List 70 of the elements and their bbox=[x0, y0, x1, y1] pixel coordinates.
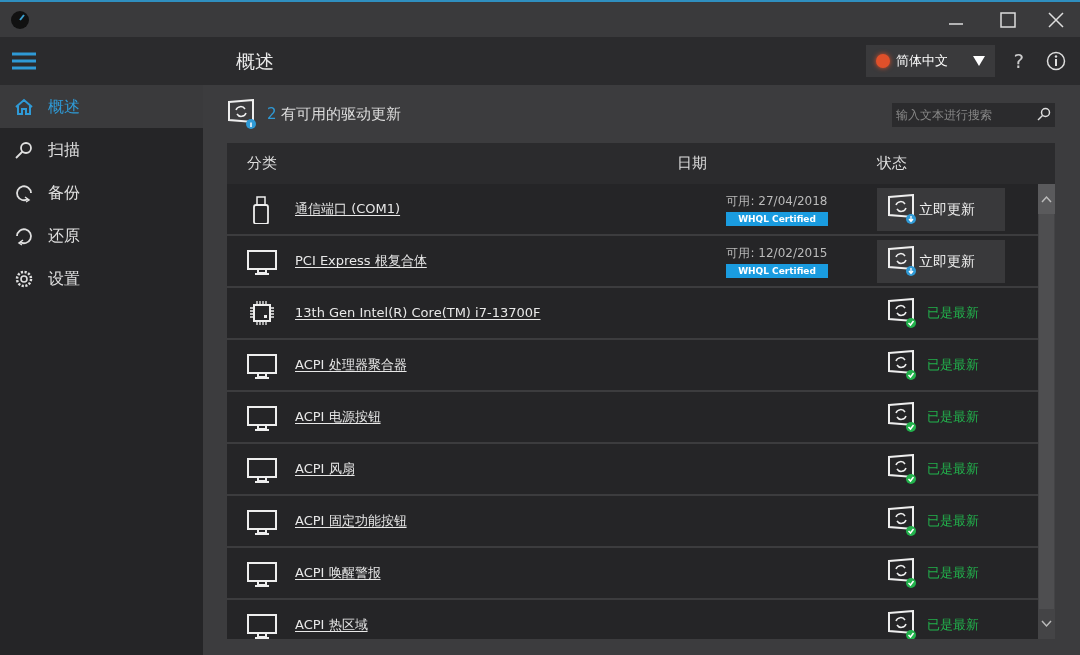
column-header[interactable]: 状态 bbox=[877, 152, 1037, 175]
update-now-button[interactable]: 立即更新 bbox=[877, 239, 1005, 283]
sidebar-item[interactable]: 概述 bbox=[0, 85, 203, 128]
language-dropdown[interactable]: 简体中文 bbox=[866, 45, 996, 77]
table-row[interactable]: ACPI 固定功能按钮 已是最新 bbox=[227, 496, 1038, 548]
whql-badge: WHQL Certified bbox=[726, 264, 828, 278]
table-row[interactable]: 13th Gen Intel(R) Core(TM) i7-13700F 已是最新 bbox=[227, 288, 1038, 340]
available-date: 可用: 12/02/2015 bbox=[726, 245, 828, 262]
device-link[interactable]: 13th Gen Intel(R) Core(TM) i7-13700F bbox=[295, 303, 541, 323]
refresh-check-icon bbox=[887, 454, 917, 484]
table-row[interactable]: ACPI 处理器聚合器 已是最新 bbox=[227, 340, 1038, 392]
refresh-check-icon bbox=[887, 558, 917, 588]
up-to-date-status: 已是最新 bbox=[927, 460, 979, 479]
home-icon bbox=[14, 96, 34, 117]
maximize-icon[interactable] bbox=[1000, 11, 1016, 28]
refresh-check-icon bbox=[887, 610, 917, 639]
device-link[interactable]: ACPI 唤醒警报 bbox=[295, 563, 381, 583]
device-link[interactable]: PCI Express 根复合体 bbox=[295, 251, 427, 271]
sidebar-item[interactable]: 扫描 bbox=[0, 128, 203, 171]
help-button[interactable]: ? bbox=[1013, 46, 1024, 76]
device-link[interactable]: ACPI 电源按钮 bbox=[295, 407, 381, 427]
refresh-info-icon bbox=[227, 99, 257, 129]
up-to-date-status: 已是最新 bbox=[927, 512, 979, 531]
up-to-date-status: 已是最新 bbox=[927, 356, 979, 375]
page-title: 概述 bbox=[236, 48, 274, 74]
scrollbar[interactable] bbox=[1038, 184, 1055, 639]
refresh-check-icon bbox=[887, 402, 917, 432]
table-row[interactable]: 通信端口 (COM1) 可用: 27/04/2018 WHQL Certified 立即更新 bbox=[227, 184, 1038, 236]
table-row[interactable]: ACPI 热区域 已是最新 bbox=[227, 600, 1038, 639]
app-logo-icon bbox=[10, 9, 30, 30]
search-field[interactable]: 输入文本进行搜索 bbox=[892, 102, 1055, 127]
info-icon[interactable] bbox=[1046, 51, 1066, 71]
refresh-download-icon bbox=[887, 246, 917, 276]
whql-badge: WHQL Certified bbox=[726, 212, 828, 226]
refresh-check-icon bbox=[887, 298, 917, 328]
settings-icon bbox=[14, 268, 34, 289]
column-header[interactable]: 日期 bbox=[677, 152, 877, 175]
refresh-download-icon bbox=[887, 194, 917, 224]
restore-icon bbox=[14, 225, 34, 246]
table-row[interactable]: PCI Express 根复合体 可用: 12/02/2015 WHQL Certified 立即更新 bbox=[227, 236, 1038, 288]
update-now-button[interactable]: 立即更新 bbox=[877, 187, 1005, 231]
cpu-chip-icon bbox=[247, 298, 277, 328]
refresh-check-icon bbox=[887, 350, 917, 380]
table-row[interactable]: ACPI 电源按钮 已是最新 bbox=[227, 392, 1038, 444]
device-link[interactable]: ACPI 热区域 bbox=[295, 615, 368, 635]
close-icon[interactable] bbox=[1048, 11, 1064, 28]
column-header[interactable]: 分类 bbox=[227, 152, 677, 175]
search-icon[interactable] bbox=[1037, 106, 1051, 121]
device-link[interactable]: ACPI 固定功能按钮 bbox=[295, 511, 407, 531]
table-row[interactable]: ACPI 唤醒警报 已是最新 bbox=[227, 548, 1038, 600]
caret-icon bbox=[973, 56, 986, 66]
device-link[interactable]: 通信端口 (COM1) bbox=[295, 199, 401, 219]
sidebar-item[interactable]: 备份 bbox=[0, 171, 203, 214]
up-to-date-status: 已是最新 bbox=[927, 408, 979, 427]
search-icon bbox=[14, 139, 34, 160]
flag-icon bbox=[876, 54, 891, 68]
update-summary: 2 有可用的驱动更新 bbox=[267, 103, 402, 125]
scroll-up-icon[interactable] bbox=[1038, 184, 1055, 214]
backup-icon bbox=[14, 182, 34, 203]
sidebar-item[interactable]: 还原 bbox=[0, 214, 203, 257]
device-link[interactable]: ACPI 风扇 bbox=[295, 459, 355, 479]
up-to-date-status: 已是最新 bbox=[927, 304, 979, 323]
up-to-date-status: 已是最新 bbox=[927, 616, 979, 635]
menu-icon[interactable] bbox=[12, 51, 36, 71]
available-date: 可用: 27/04/2018 bbox=[726, 193, 828, 210]
table-row[interactable]: ACPI 风扇 已是最新 bbox=[227, 444, 1038, 496]
refresh-check-icon bbox=[887, 506, 917, 536]
sidebar-item[interactable]: 设置 bbox=[0, 257, 203, 300]
up-to-date-status: 已是最新 bbox=[927, 564, 979, 583]
device-link[interactable]: ACPI 处理器聚合器 bbox=[295, 355, 407, 375]
